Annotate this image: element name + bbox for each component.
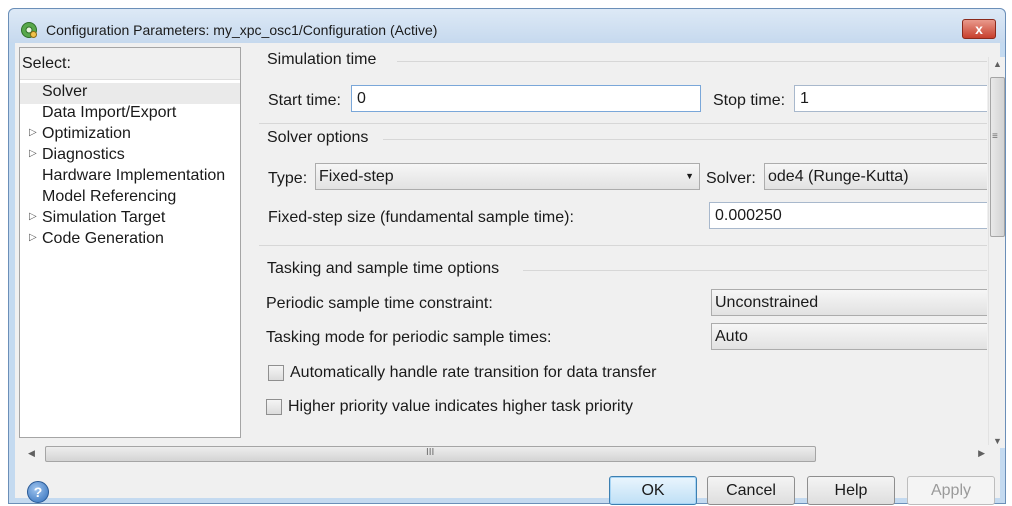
settings-gear-icon (21, 22, 37, 38)
scroll-grip-icon: ≡ (992, 131, 998, 142)
tree-item-label: Hardware Implementation (42, 167, 226, 184)
tree-item-optimization[interactable]: ▷ Optimization (20, 125, 240, 146)
stop-time-input[interactable]: 1 (794, 85, 987, 112)
fixed-step-size-label: Fixed-step size (fundamental sample time… (268, 209, 574, 226)
settings-panel: Simulation time Start time: 0 Stop time:… (247, 47, 987, 438)
tree-item-label: Model Referencing (42, 188, 177, 205)
scroll-grip-icon: III (426, 447, 435, 458)
solver-type-value: Fixed-step (319, 168, 394, 185)
tree-item-code-generation[interactable]: ▷ Code Generation (20, 230, 240, 251)
periodic-constraint-dropdown[interactable]: Unconstrained (711, 289, 987, 316)
tree-item-label: Solver (42, 83, 88, 100)
start-time-input[interactable]: 0 (351, 85, 701, 112)
tree-header: Select: (20, 48, 240, 80)
window-title: Configuration Parameters: my_xpc_osc1/Co… (46, 22, 438, 38)
expand-arrow-icon[interactable]: ▷ (29, 127, 37, 138)
solver-label: Solver: (706, 170, 756, 187)
tree-item-model-referencing[interactable]: Model Referencing (20, 188, 240, 209)
title-bar[interactable]: Configuration Parameters: my_xpc_osc1/Co… (9, 9, 1005, 43)
solver-options-title: Solver options (267, 129, 369, 146)
fixed-step-size-input[interactable]: 0.000250 (709, 202, 987, 229)
horizontal-scroll-thumb[interactable]: III (45, 446, 816, 462)
tree-item-label: Code Generation (42, 230, 164, 247)
expand-arrow-icon[interactable]: ▷ (29, 211, 37, 222)
solver-value: ode4 (Runge-Kutta) (768, 168, 909, 185)
group-divider (383, 139, 987, 140)
scroll-up-arrow-icon[interactable]: ▲ (993, 59, 1002, 69)
horizontal-scrollbar[interactable]: ◀ III ▶ (25, 445, 991, 463)
tree-item-label: Simulation Target (42, 209, 166, 226)
expand-arrow-icon[interactable]: ▷ (29, 232, 37, 243)
dropdown-arrow-icon: ▼ (685, 171, 694, 181)
scroll-right-arrow-icon[interactable]: ▶ (978, 448, 985, 459)
dialog-window: Configuration Parameters: my_xpc_osc1/Co… (8, 8, 1006, 505)
simulation-time-title: Simulation time (267, 51, 377, 68)
expand-arrow-icon[interactable]: ▷ (29, 148, 37, 159)
scroll-down-arrow-icon[interactable]: ▼ (993, 436, 1002, 446)
close-button[interactable]: x (962, 19, 996, 39)
tasking-title: Tasking and sample time options (267, 260, 500, 277)
periodic-constraint-value: Unconstrained (715, 294, 819, 311)
tasking-mode-dropdown[interactable]: Auto (711, 323, 987, 350)
tree-item-label: Optimization (42, 125, 131, 142)
help-button[interactable]: Help (807, 476, 895, 505)
dialog-client: Select: Solver Data Import/Export ▷ Opti… (15, 43, 1005, 505)
solver-dropdown[interactable]: ode4 (Runge-Kutta) (764, 163, 987, 190)
tree-item-solver[interactable]: Solver (20, 83, 240, 104)
rate-transition-checkbox[interactable] (268, 365, 284, 381)
vertical-scroll-thumb[interactable] (990, 77, 1005, 237)
help-question-icon[interactable]: ? (27, 481, 49, 503)
periodic-constraint-label: Periodic sample time constraint: (266, 295, 493, 312)
apply-button[interactable]: Apply (907, 476, 995, 505)
tree-item-simulation-target[interactable]: ▷ Simulation Target (20, 209, 240, 230)
tree-item-label: Data Import/Export (42, 104, 177, 121)
rate-transition-label[interactable]: Automatically handle rate transition for… (290, 364, 656, 382)
task-priority-label[interactable]: Higher priority value indicates higher t… (288, 398, 633, 416)
group-divider (397, 61, 987, 62)
task-priority-checkbox[interactable] (266, 399, 282, 415)
tasking-mode-value: Auto (715, 328, 748, 345)
solver-type-dropdown[interactable]: Fixed-step ▼ (315, 163, 700, 190)
group-divider (259, 123, 987, 124)
tree-item-data-import-export[interactable]: Data Import/Export (20, 104, 240, 125)
category-tree: Select: Solver Data Import/Export ▷ Opti… (19, 47, 241, 438)
cancel-button[interactable]: Cancel (707, 476, 795, 505)
tree-item-hardware-implementation[interactable]: Hardware Implementation (20, 167, 240, 188)
vertical-scrollbar[interactable]: ▲ ≡ ▼ (988, 57, 1005, 448)
stop-time-label: Stop time: (713, 92, 786, 109)
solver-type-label: Type: (268, 170, 308, 187)
tasking-mode-label: Tasking mode for periodic sample times: (266, 329, 552, 346)
tree-item-label: Diagnostics (42, 146, 125, 163)
scroll-left-arrow-icon[interactable]: ◀ (28, 448, 35, 459)
group-divider (259, 245, 987, 246)
ok-button[interactable]: OK (609, 476, 697, 505)
group-divider (523, 270, 987, 271)
tree-item-diagnostics[interactable]: ▷ Diagnostics (20, 146, 240, 167)
start-time-label: Start time: (268, 92, 341, 109)
